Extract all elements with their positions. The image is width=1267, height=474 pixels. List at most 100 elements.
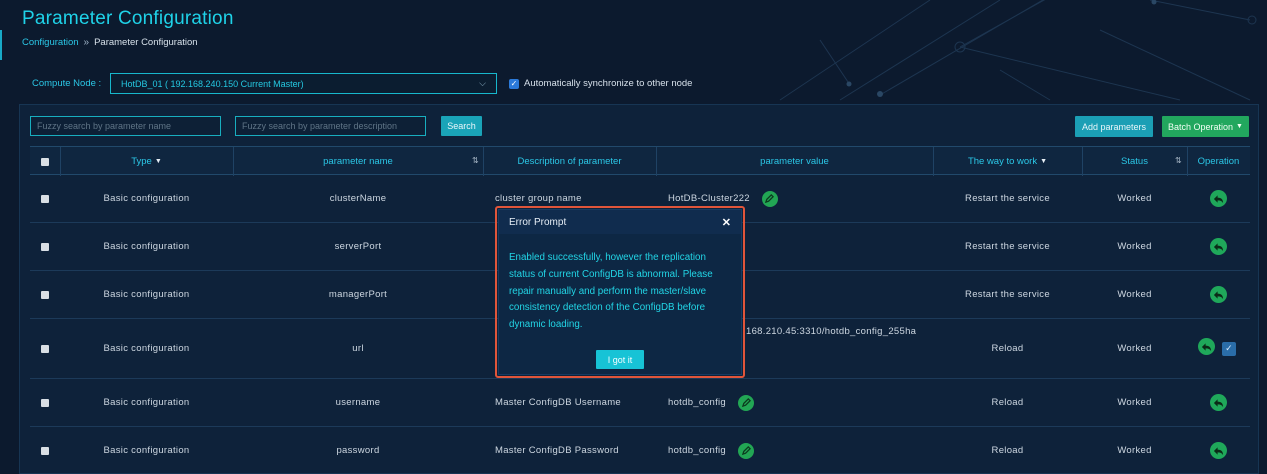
parameter-value-text: HotDB-Cluster222 (668, 193, 750, 204)
revert-arrow-icon[interactable] (1210, 238, 1227, 255)
cell-status: Worked (1117, 193, 1152, 204)
cell-parameter-name: username (335, 397, 381, 408)
header-type[interactable]: Type ▼ (60, 147, 233, 176)
compute-node-select[interactable]: HotDB_01 ( 192.168.240.150 Current Maste… (110, 73, 497, 94)
row-checkbox[interactable] (41, 194, 49, 203)
cell-way-to-work: Reload (991, 343, 1024, 354)
header-parameter-name-label: parameter name (323, 156, 393, 167)
header-status: Status (1082, 147, 1187, 176)
breadcrumb-current: Parameter Configuration (94, 37, 198, 48)
cell-way-to-work: Reload (991, 445, 1024, 456)
revert-arrow-icon[interactable] (1210, 394, 1227, 411)
compute-node-label: Compute Node : (32, 78, 102, 89)
header-type-label: Type (131, 156, 152, 167)
dialog-header: Error Prompt ✕ (499, 210, 741, 234)
cell-parameter-name: managerPort (328, 289, 388, 300)
revert-arrow-icon[interactable] (1210, 286, 1227, 303)
sidebar-edge-accent (0, 30, 2, 60)
dialog-title: Error Prompt (509, 216, 567, 228)
revert-arrow-icon[interactable] (1210, 442, 1227, 459)
close-icon[interactable]: ✕ (722, 216, 731, 229)
sync-checkbox[interactable]: ✓ (509, 78, 519, 89)
edit-pencil-icon[interactable] (761, 190, 778, 207)
edit-pencil-icon[interactable] (738, 394, 755, 411)
row-checkbox[interactable] (41, 290, 49, 299)
header-description-label: Description of parameter (517, 156, 622, 167)
cell-description: Master ConfigDB Username (495, 397, 621, 408)
row-checkbox[interactable] (41, 242, 49, 251)
cell-description: Master ConfigDB Password (495, 445, 619, 456)
search-button[interactable]: Search (441, 116, 482, 136)
search-description-placeholder: Fuzzy search by parameter description (242, 121, 398, 131)
table-row: Basic configuration password Master Conf… (30, 427, 1250, 474)
header-parameter-value: parameter value (656, 147, 933, 176)
revert-arrow-icon[interactable] (1210, 190, 1227, 207)
cell-parameter-value: hotdb_config (668, 427, 933, 474)
error-prompt-dialog: Error Prompt ✕ Enabled successfully, how… (498, 209, 742, 375)
caret-down-icon: ▼ (154, 158, 162, 165)
edit-pencil-icon[interactable] (738, 442, 755, 459)
cell-way-to-work: Reload (991, 397, 1024, 408)
cell-type: Basic configuration (103, 445, 190, 456)
header-way-to-work-label: The way to work (967, 156, 1038, 167)
cell-type: Basic configuration (103, 289, 190, 300)
cell-type: Basic configuration (103, 343, 190, 354)
parameter-value-text: hotdb_config (668, 445, 727, 456)
cell-parameter-value: 168.210.45:3310/hotdb_config_255ha (746, 326, 917, 337)
cell-parameter-name: serverPort (334, 241, 382, 252)
caret-down-icon: ▼ (1236, 123, 1243, 130)
select-all-cell (30, 147, 60, 176)
row-checkbox[interactable] (41, 344, 49, 353)
row-checkbox[interactable] (41, 446, 49, 455)
cell-status: Worked (1117, 445, 1152, 456)
confirm-check-icon[interactable]: ✓ (1222, 341, 1236, 356)
batch-operation-label: Batch Operation (1168, 121, 1234, 132)
chevron-down-icon: ⌵ (479, 78, 486, 88)
header-parameter-value-label: parameter value (760, 156, 829, 167)
cell-parameter-value: hotdb_config (668, 379, 933, 426)
breadcrumb-separator-icon: » (83, 37, 90, 48)
table-header: Type ▼ parameter name ⇅ Description of pa… (30, 146, 1250, 176)
header-parameter-name: parameter name (233, 147, 483, 176)
parameter-table: Type ▼ parameter name ⇅ Description of pa… (30, 146, 1250, 459)
row-checkbox[interactable] (41, 398, 49, 407)
table-row: Basic configuration username Master Conf… (30, 379, 1250, 427)
i-got-it-button[interactable]: I got it (596, 350, 644, 369)
cell-type: Basic configuration (103, 397, 190, 408)
header-operation-label: Operation (1197, 156, 1240, 167)
cell-way-to-work: Restart the service (965, 241, 1050, 252)
header-status-label: Status (1121, 156, 1148, 167)
revert-arrow-icon[interactable] (1198, 338, 1215, 355)
header-operation: Operation (1187, 147, 1250, 176)
batch-operation-button[interactable]: Batch Operation ▼ (1162, 116, 1249, 137)
select-all-checkbox[interactable] (41, 157, 49, 166)
cell-status: Worked (1117, 241, 1152, 252)
sort-icon[interactable]: ⇅ (1175, 156, 1182, 165)
search-name-input[interactable]: Fuzzy search by parameter name (30, 116, 221, 136)
cell-parameter-name: password (336, 445, 380, 456)
dialog-message: Enabled successfully, however the replic… (509, 252, 713, 331)
cell-parameter-name: clusterName (329, 193, 387, 204)
cell-status: Worked (1117, 397, 1152, 408)
sync-option[interactable]: ✓ Automatically synchronize to other nod… (509, 78, 692, 89)
cell-type: Basic configuration (103, 241, 190, 252)
search-description-input[interactable]: Fuzzy search by parameter description (235, 116, 426, 136)
search-name-placeholder: Fuzzy search by parameter name (37, 121, 172, 131)
compute-node-selected-value: HotDB_01 ( 192.168.240.150 Current Maste… (121, 78, 304, 89)
breadcrumb-configuration-link[interactable]: Configuration (22, 37, 79, 48)
cell-status: Worked (1117, 289, 1152, 300)
cell-parameter-name: url (352, 343, 364, 354)
sort-icon[interactable]: ⇅ (472, 156, 479, 165)
sync-label: Automatically synchronize to other node (524, 78, 693, 89)
add-parameters-button[interactable]: Add parameters (1075, 116, 1153, 137)
header-description: Description of parameter (483, 147, 656, 176)
cell-type: Basic configuration (103, 193, 190, 204)
breadcrumb: Configuration » Parameter Configuration (22, 37, 198, 48)
parameter-value-text: hotdb_config (668, 397, 727, 408)
caret-down-icon: ▼ (1040, 158, 1048, 165)
page-title: Parameter Configuration (22, 8, 234, 29)
header-way-to-work[interactable]: The way to work ▼ (933, 147, 1082, 176)
cell-way-to-work: Restart the service (965, 193, 1050, 204)
compute-node-row: Compute Node : HotDB_01 ( 192.168.240.15… (32, 73, 692, 94)
cell-status: Worked (1117, 343, 1152, 354)
